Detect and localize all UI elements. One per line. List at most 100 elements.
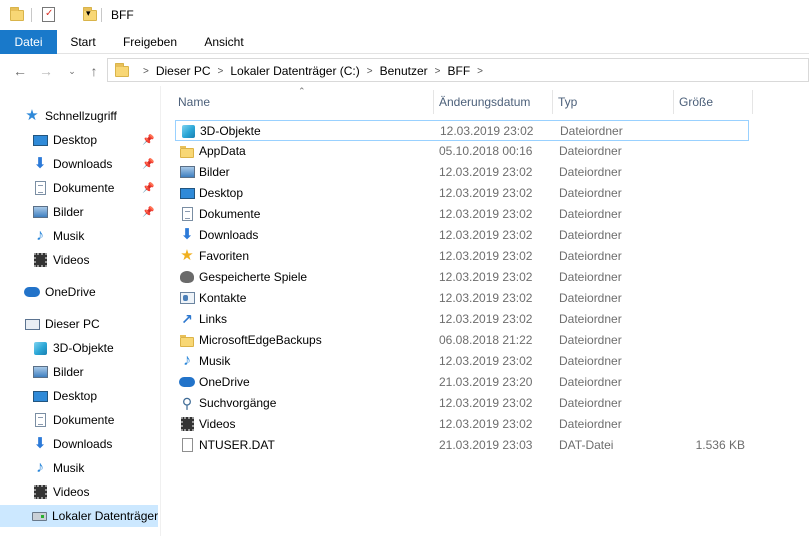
sidebar-item-videos[interactable]: Videos	[32, 249, 89, 271]
file-name: NTUSER.DAT	[199, 438, 275, 452]
file-date: 12.03.2019 23:02	[440, 124, 534, 138]
desktop-icon	[32, 134, 48, 146]
sidebar-item-bilder[interactable]: Bilder	[32, 361, 84, 383]
table-row[interactable]: ⚲ Suchvorgänge 12.03.2019 23:02 Dateiord…	[175, 393, 749, 414]
sidebar-item-schnellzugriff[interactable]: ★ Schnellzugriff	[24, 105, 117, 127]
sidebar-item-lokaler-datentraeger[interactable]: Lokaler Datenträger	[0, 505, 158, 527]
table-row[interactable]: ♪ Musik 12.03.2019 23:02 Dateiordner	[175, 351, 749, 372]
sidebar-item-videos[interactable]: Videos	[32, 481, 89, 503]
sidebar-item-dokumente[interactable]: Dokumente	[32, 409, 114, 431]
pin-icon[interactable]: 📌	[142, 207, 154, 218]
sidebar-item-label: Bilder	[53, 205, 84, 219]
folder-icon	[115, 63, 129, 77]
file-type: Dateiordner	[559, 333, 622, 347]
table-row[interactable]: MicrosoftEdgeBackups 06.08.2018 21:22 Da…	[175, 330, 749, 351]
sidebar-item-desktop[interactable]: Desktop	[32, 385, 97, 407]
pictures-icon	[179, 166, 195, 178]
crumb-drive[interactable]: Lokaler Datenträger (C:)	[230, 64, 359, 78]
table-row[interactable]: Gespeicherte Spiele 12.03.2019 23:02 Dat…	[175, 267, 749, 288]
quick-access-star-icon: ★	[25, 107, 39, 124]
sidebar-item-musik[interactable]: ♪ Musik	[32, 225, 84, 247]
file-type: Dateiordner	[559, 186, 622, 200]
file-icon	[181, 438, 193, 452]
properties-icon[interactable]: ✓	[42, 7, 55, 22]
sidebar-item-downloads[interactable]: ⬇ Downloads	[32, 153, 113, 175]
sidebar-item-musik[interactable]: ♪ Musik	[32, 457, 84, 479]
sidebar-item-label: Dokumente	[53, 181, 115, 195]
chevron-right-icon[interactable]: >	[218, 66, 224, 77]
table-row[interactable]: ★ Favoriten 12.03.2019 23:02 Dateiordner	[175, 246, 749, 267]
crumb-dieser-pc[interactable]: Dieser PC	[156, 64, 211, 78]
sidebar-item-label: Desktop	[53, 133, 98, 147]
pin-icon[interactable]: 📌	[142, 135, 154, 146]
sidebar-item-label: Downloads	[53, 437, 113, 451]
sidebar-item-dieser-pc[interactable]: Dieser PC	[24, 313, 100, 335]
sidebar-item-dokumente[interactable]: Dokumente	[32, 177, 114, 199]
chevron-right-icon[interactable]: >	[367, 66, 373, 77]
table-row[interactable]: ↗ Links 12.03.2019 23:02 Dateiordner	[175, 309, 749, 330]
up-icon[interactable]: ↑	[85, 62, 103, 80]
chevron-right-icon[interactable]: >	[435, 66, 441, 77]
folder-icon[interactable]	[10, 7, 24, 21]
file-date: 12.03.2019 23:02	[439, 165, 533, 179]
sidebar-item-onedrive[interactable]: OneDrive	[24, 281, 96, 303]
sidebar-item-3d-objekte[interactable]: 3D-Objekte	[32, 337, 114, 359]
table-row[interactable]: Dokumente 12.03.2019 23:02 Dateiordner	[175, 204, 749, 225]
column-header-type[interactable]: Typ	[553, 90, 673, 114]
chevron-right-icon[interactable]: >	[477, 66, 483, 77]
drive-icon	[32, 511, 47, 521]
video-icon	[180, 417, 194, 431]
file-type: Dateiordner	[559, 396, 622, 410]
pin-icon[interactable]: 📌	[142, 159, 154, 170]
file-date: 12.03.2019 23:02	[439, 249, 533, 263]
table-row[interactable]: NTUSER.DAT 21.03.2019 23:03 DAT-Datei 1.…	[175, 435, 749, 456]
file-name: Links	[199, 312, 228, 326]
table-row[interactable]: Bilder 12.03.2019 23:02 Dateiordner	[175, 162, 749, 183]
file-date: 12.03.2019 23:02	[439, 291, 533, 305]
recent-locations-icon[interactable]: ⌄	[63, 62, 81, 80]
file-date: 12.03.2019 23:02	[439, 312, 533, 326]
file-name: AppData	[199, 144, 246, 158]
chevron-right-icon[interactable]: >	[143, 66, 149, 77]
computer-icon	[24, 318, 40, 330]
table-row[interactable]: Desktop 12.03.2019 23:02 Dateiordner	[175, 183, 749, 204]
sidebar-item-bilder[interactable]: Bilder	[32, 201, 84, 223]
forward-icon[interactable]: →	[37, 62, 55, 80]
sidebar-item-label: Videos	[53, 253, 90, 267]
tab-datei[interactable]: Datei	[0, 30, 57, 54]
column-header-size[interactable]: Größe	[674, 90, 752, 114]
crumb-bff[interactable]: BFF	[447, 64, 470, 78]
pane-divider[interactable]	[160, 86, 161, 536]
tab-start[interactable]: Start	[60, 30, 106, 54]
pin-icon[interactable]: 📌	[142, 183, 154, 194]
column-header-date[interactable]: Änderungsdatum	[434, 90, 552, 114]
contact-icon	[179, 292, 195, 304]
table-row[interactable]: OneDrive 21.03.2019 23:20 Dateiordner	[175, 372, 749, 393]
file-date: 21.03.2019 23:20	[439, 375, 533, 389]
sidebar-item-downloads[interactable]: ⬇ Downloads	[32, 433, 113, 455]
column-divider[interactable]	[752, 90, 753, 114]
tab-freigeben[interactable]: Freigeben	[114, 30, 186, 54]
tab-ansicht[interactable]: Ansicht	[194, 30, 254, 54]
sidebar-item-desktop[interactable]: Desktop	[32, 129, 97, 151]
file-date: 12.03.2019 23:02	[439, 396, 533, 410]
table-row[interactable]: 3D-Objekte 12.03.2019 23:02 Dateiordner	[175, 120, 749, 141]
pictures-icon	[32, 366, 48, 378]
table-row[interactable]: ⬇ Downloads 12.03.2019 23:02 Dateiordner	[175, 225, 749, 246]
sidebar-item-label: Schnellzugriff	[45, 109, 117, 123]
desktop-icon	[179, 187, 195, 199]
file-name: MicrosoftEdgeBackups	[199, 333, 322, 347]
customize-dropdown-icon[interactable]: ▾	[86, 8, 91, 19]
table-row[interactable]: AppData 05.10.2018 00:16 Dateiordner	[175, 141, 749, 162]
document-icon	[181, 207, 193, 221]
address-bar[interactable]: > Dieser PC > Lokaler Datenträger (C:) >…	[107, 58, 809, 82]
game-icon	[180, 271, 194, 283]
back-icon[interactable]: ←	[11, 62, 29, 80]
sidebar-item-label: OneDrive	[45, 285, 96, 299]
file-type: Dateiordner	[559, 312, 622, 326]
crumb-benutzer[interactable]: Benutzer	[380, 64, 428, 78]
file-name: OneDrive	[199, 375, 250, 389]
table-row[interactable]: Kontakte 12.03.2019 23:02 Dateiordner	[175, 288, 749, 309]
table-row[interactable]: Videos 12.03.2019 23:02 Dateiordner	[175, 414, 749, 435]
column-header-name[interactable]: Name	[173, 90, 433, 114]
